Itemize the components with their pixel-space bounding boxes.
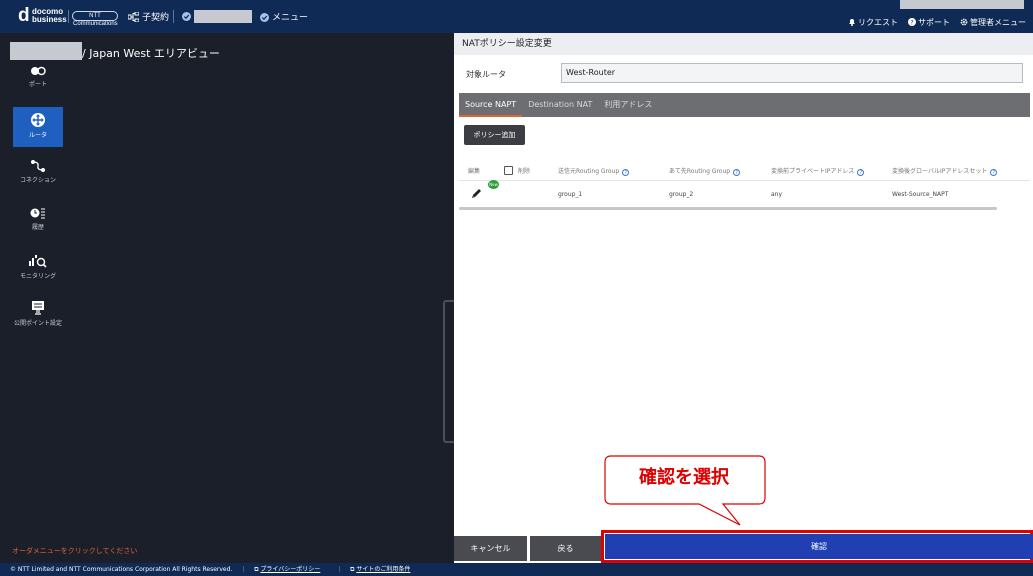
docomo-business-logo[interactable]: d docomo business: [18, 5, 67, 26]
sub-contract-link[interactable]: 子契約: [127, 10, 170, 23]
ntt-communications-logo: NTT Communications: [72, 11, 118, 27]
connection-icon: [31, 160, 45, 172]
nat-tabs: Source NAPT Destination NAT 利用アドレス: [459, 93, 1030, 117]
bell-icon: [849, 19, 855, 26]
help-icon[interactable]: ?: [990, 169, 998, 176]
tab-destination-nat[interactable]: Destination NAT: [522, 93, 598, 117]
sidebar-item-port[interactable]: ポート: [13, 60, 63, 100]
cell-src-group: group_1: [558, 191, 583, 198]
column-global-ip-set: 変換後グローバルIPアドレスセット?: [892, 166, 998, 176]
column-edit: 編集: [468, 168, 481, 175]
history-icon: [30, 208, 45, 219]
instruction-callout: 確認を選択: [603, 455, 767, 531]
request-link[interactable]: リクエスト: [848, 17, 898, 28]
check-circle-icon: [260, 13, 269, 22]
column-dst-group: あて先Routing Group?: [669, 166, 741, 176]
help-icon[interactable]: ?: [857, 169, 865, 176]
cancel-button[interactable]: キャンセル: [454, 536, 527, 561]
check-circle-icon: [182, 12, 191, 21]
sidebar-item-label: 公開ポイント設定: [13, 320, 62, 327]
table-header: 編集 削除 送信元Routing Group? あて先Routing Group…: [459, 159, 1030, 181]
svg-text:?: ?: [910, 20, 913, 27]
divider: |: [338, 566, 341, 573]
cell-global-ip-set: West-Source_NAPT: [892, 191, 949, 198]
divider: [173, 10, 174, 23]
hierarchy-icon: [127, 11, 140, 23]
footer: © NTT Limited and NTT Communications Cor…: [0, 563, 1033, 576]
sidebar-item-monitoring[interactable]: モニタリング: [13, 248, 63, 288]
sidebar-item-label: モニタリング: [19, 273, 56, 280]
admin-menu-link[interactable]: 管理者メニュー: [960, 17, 1026, 28]
sidebar-item-label: ポート: [28, 81, 47, 88]
sidebar-item-router[interactable]: ルータ: [13, 107, 63, 147]
callout-text: 確認を選択: [639, 467, 729, 488]
table-row: New group_1 group_2 any West-Source_NAPT: [459, 180, 1030, 207]
select-all-checkbox[interactable]: [504, 166, 513, 175]
top-bar: d docomo business NTT Communications 子契約…: [0, 0, 1033, 33]
sidebar-item-label: コネクション: [19, 177, 56, 184]
masked-account-area: [900, 0, 1024, 9]
panel-collapse-handle[interactable]: [443, 300, 454, 443]
tab-used-addresses[interactable]: 利用アドレス: [598, 93, 658, 117]
horizontal-scrollbar[interactable]: [459, 207, 997, 210]
logo-text-bottom: business: [32, 15, 67, 24]
menu-label: メニュー: [272, 13, 309, 23]
help-icon[interactable]: ?: [733, 169, 741, 176]
nat-policy-panel: NATポリシー設定変更 対象ルータ West-Router Source NAP…: [454, 33, 1033, 563]
sidebar-item-history[interactable]: 履歴: [13, 201, 63, 241]
add-policy-button[interactable]: ポリシー追加: [464, 125, 525, 145]
divider: [68, 10, 69, 23]
gear-icon: [960, 18, 968, 26]
pencil-icon[interactable]: [471, 187, 483, 199]
confirm-button[interactable]: 確認: [605, 534, 1033, 559]
cell-dst-group: group_2: [669, 191, 694, 198]
masked-contract-name: [194, 10, 252, 23]
masked-area-name: [10, 42, 82, 60]
column-delete: 削除: [504, 166, 530, 175]
order-menu-hint: オーダメニューをクリックしてください: [12, 547, 138, 555]
sidebar-item-label: ルータ: [28, 132, 47, 139]
sidebar-item-public-point[interactable]: 公開ポイント設定: [13, 295, 63, 335]
copyright-text: © NTT Limited and NTT Communications Cor…: [10, 566, 233, 573]
tab-source-napt[interactable]: Source NAPT: [459, 93, 523, 117]
help-icon[interactable]: ?: [622, 169, 630, 176]
new-badge: New: [488, 180, 499, 189]
top-right-links: リクエスト ? サポート 管理者メニュー: [848, 17, 1026, 28]
cell-private-ip: any: [771, 191, 783, 198]
help-circle-icon: ?: [908, 18, 916, 27]
target-router-label: 対象ルータ: [466, 70, 506, 79]
sidebar: ポート ルータ コネクション 履歴 モニタリング 公開ポイント設定: [13, 60, 63, 342]
monitoring-icon: [29, 255, 47, 268]
sub-contract-label: 子契約: [142, 13, 170, 23]
support-link[interactable]: ? サポート: [908, 17, 950, 28]
sidebar-item-connection[interactable]: コネクション: [13, 154, 63, 194]
terms-link[interactable]: ⧉ サイトのご利用条件: [350, 566, 418, 573]
port-icon: [31, 66, 46, 76]
public-point-icon: [32, 301, 44, 315]
column-private-ip: 変換前プライベートIPアドレス?: [771, 166, 865, 176]
router-icon: [31, 113, 45, 127]
privacy-link[interactable]: ⧉ プライバシーポリシー: [254, 566, 328, 573]
menu-link[interactable]: メニュー: [260, 10, 308, 23]
column-src-group: 送信元Routing Group?: [558, 166, 630, 176]
back-button[interactable]: 戻る: [530, 536, 601, 561]
panel-title: NATポリシー設定変更: [454, 33, 1033, 55]
target-router-field: West-Router: [561, 63, 1023, 83]
sidebar-item-label: 履歴: [31, 224, 44, 231]
divider: |: [242, 566, 245, 573]
breadcrumb: / Japan West エリアビュー: [82, 47, 220, 60]
